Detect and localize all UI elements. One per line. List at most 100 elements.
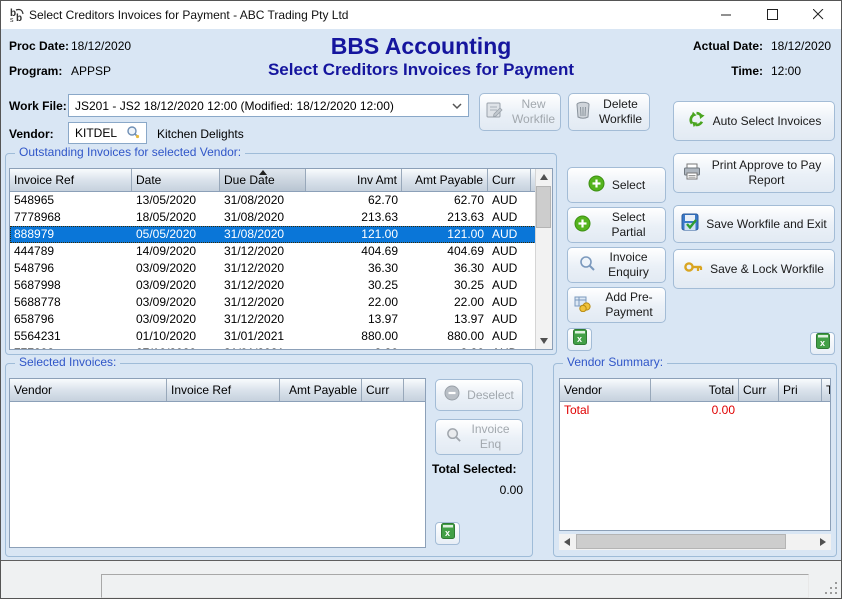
- close-button[interactable]: [795, 1, 841, 28]
- export-excel-button-right[interactable]: x: [810, 332, 835, 355]
- invoice-enq-button[interactable]: Invoice Enq: [435, 419, 523, 455]
- column-header[interactable]: Curr: [739, 379, 779, 401]
- column-header[interactable]: Invoice Ref: [167, 379, 280, 401]
- svg-text:b: b: [16, 13, 22, 23]
- vendor-code-input[interactable]: KITDEL: [68, 122, 147, 144]
- table-row[interactable]: 568799803/09/202031/12/202030.2530.25AUD: [10, 277, 552, 294]
- table-row[interactable]: 54896513/05/202031/08/202062.7062.70AUD: [10, 192, 552, 209]
- table-cell: 213.63: [306, 209, 402, 226]
- vendor-name: Kitchen Delights: [157, 127, 244, 141]
- svg-text:s: s: [10, 17, 14, 23]
- table-cell: 880.00: [402, 328, 488, 345]
- table-cell: 213.63: [402, 209, 488, 226]
- auto-select-invoices-button[interactable]: Auto Select Invoices: [673, 101, 835, 141]
- column-header[interactable]: Curr: [362, 379, 404, 401]
- table-cell: [779, 402, 822, 419]
- status-panel: [101, 574, 809, 598]
- table-cell: 7778968: [10, 209, 132, 226]
- table-header-row: VendorTotalCurrPriTe: [560, 379, 830, 402]
- column-header[interactable]: Total: [651, 379, 739, 401]
- column-header[interactable]: Curr: [488, 169, 531, 191]
- table-row[interactable]: 77789827/10/202031/01/20218.808.80AUD: [10, 345, 552, 350]
- new-workfile-button[interactable]: New Workfile: [479, 93, 561, 131]
- table-cell: AUD: [488, 209, 531, 226]
- outstanding-invoices-title: Outstanding Invoices for selected Vendor…: [15, 145, 245, 159]
- table-cell: 8.80: [306, 345, 402, 350]
- scrollbar-thumb[interactable]: [576, 534, 786, 549]
- column-header[interactable]: Invoice Ref: [10, 169, 132, 191]
- minimize-button[interactable]: [703, 1, 749, 28]
- deselect-label: Deselect: [467, 388, 514, 403]
- vendor-search-icon[interactable]: [126, 125, 140, 142]
- column-header[interactable]: Vendor: [560, 379, 651, 401]
- table-row[interactable]: 65879603/09/202031/12/202013.9713.97AUD: [10, 311, 552, 328]
- maximize-button[interactable]: [749, 1, 795, 28]
- workfile-dropdown[interactable]: JS201 - JS2 18/12/2020 12:00 (Modified: …: [68, 94, 469, 117]
- vendor-summary-horizontal-scrollbar[interactable]: [559, 534, 831, 550]
- table-row[interactable]: 777896818/05/202031/08/2020213.63213.63A…: [10, 209, 552, 226]
- table-cell: 31/12/2020: [220, 294, 306, 311]
- column-header[interactable]: Due Date: [220, 169, 306, 191]
- table-cell: 31/12/2020: [220, 311, 306, 328]
- scrollbar-thumb[interactable]: [536, 186, 551, 228]
- select-button[interactable]: Select: [567, 167, 666, 203]
- table-cell: 121.00: [306, 226, 402, 243]
- trash-icon: [575, 101, 591, 124]
- column-header[interactable]: Vendor: [10, 379, 167, 401]
- table-cell: AUD: [488, 277, 531, 294]
- column-header[interactable]: Amt Payable: [280, 379, 362, 401]
- table-row[interactable]: Total0.00: [560, 402, 830, 419]
- table-cell: 01/10/2020: [132, 328, 220, 345]
- table-cell: 22.00: [402, 294, 488, 311]
- svg-text:x: x: [445, 528, 450, 538]
- column-header[interactable]: Pri: [779, 379, 822, 401]
- table-cell: 404.69: [402, 243, 488, 260]
- resize-grip[interactable]: [825, 582, 837, 594]
- scroll-left-icon[interactable]: [559, 534, 575, 550]
- table-cell: 31/08/2020: [220, 192, 306, 209]
- column-header[interactable]: Inv Amt: [306, 169, 402, 191]
- outstanding-vertical-scrollbar[interactable]: [535, 169, 552, 349]
- table-row[interactable]: 44478914/09/202031/12/2020404.69404.69AU…: [10, 243, 552, 260]
- column-header[interactable]: Amt Payable: [402, 169, 488, 191]
- select-label: Select: [612, 178, 645, 193]
- table-cell: 31/12/2020: [220, 277, 306, 294]
- select-partial-button[interactable]: Select Partial: [567, 207, 666, 243]
- table-header-row: Invoice RefDateDue DateInv AmtAmt Payabl…: [10, 169, 552, 192]
- print-approve-button[interactable]: Print Approve to Pay Report: [673, 153, 835, 193]
- table-cell: [822, 402, 831, 419]
- title-bar: b b s Select Creditors Invoices for Paym…: [1, 1, 841, 29]
- recycle-icon: [687, 110, 706, 132]
- table-row[interactable]: 556423101/10/202031/01/2021880.00880.00A…: [10, 328, 552, 345]
- save-lock-workfile-button[interactable]: Save & Lock Workfile: [673, 249, 835, 289]
- column-header[interactable]: Date: [132, 169, 220, 191]
- table-cell: 121.00: [402, 226, 488, 243]
- table-cell: Total: [560, 402, 651, 419]
- table-row[interactable]: 54879603/09/202031/12/202036.3036.30AUD: [10, 260, 552, 277]
- save-workfile-exit-button[interactable]: Save Workfile and Exit: [673, 205, 835, 243]
- scroll-up-icon[interactable]: [536, 169, 552, 185]
- column-header[interactable]: Te: [822, 379, 831, 401]
- scroll-right-icon[interactable]: [815, 534, 831, 550]
- table-cell: 62.70: [306, 192, 402, 209]
- workfile-dropdown-value: JS201 - JS2 18/12/2020 12:00 (Modified: …: [75, 99, 452, 113]
- table-cell: 36.30: [402, 260, 488, 277]
- table-cell: 777898: [10, 345, 132, 350]
- export-excel-button-selected[interactable]: x: [435, 522, 460, 545]
- actual-date-label: Actual Date:: [661, 39, 763, 53]
- add-prepayment-button[interactable]: Add Pre-Payment: [567, 287, 666, 323]
- invoice-enquiry-button[interactable]: Invoice Enquiry: [567, 247, 666, 283]
- table-cell: AUD: [488, 192, 531, 209]
- vendor-code-value: KITDEL: [75, 126, 126, 140]
- workfile-label: Work File:: [9, 99, 67, 113]
- deselect-button[interactable]: Deselect: [435, 379, 523, 411]
- table-cell: AUD: [488, 345, 531, 350]
- table-row[interactable]: 88897905/05/202031/08/2020121.00121.00AU…: [10, 226, 552, 243]
- scroll-down-icon[interactable]: [536, 333, 552, 349]
- delete-workfile-button[interactable]: Delete Workfile: [568, 93, 650, 131]
- table-cell: AUD: [488, 328, 531, 345]
- new-workfile-icon: [485, 100, 505, 124]
- table-row[interactable]: 568877803/09/202031/12/202022.0022.00AUD: [10, 294, 552, 311]
- table-cell: 03/09/2020: [132, 294, 220, 311]
- export-excel-button-outstanding[interactable]: x: [567, 328, 592, 351]
